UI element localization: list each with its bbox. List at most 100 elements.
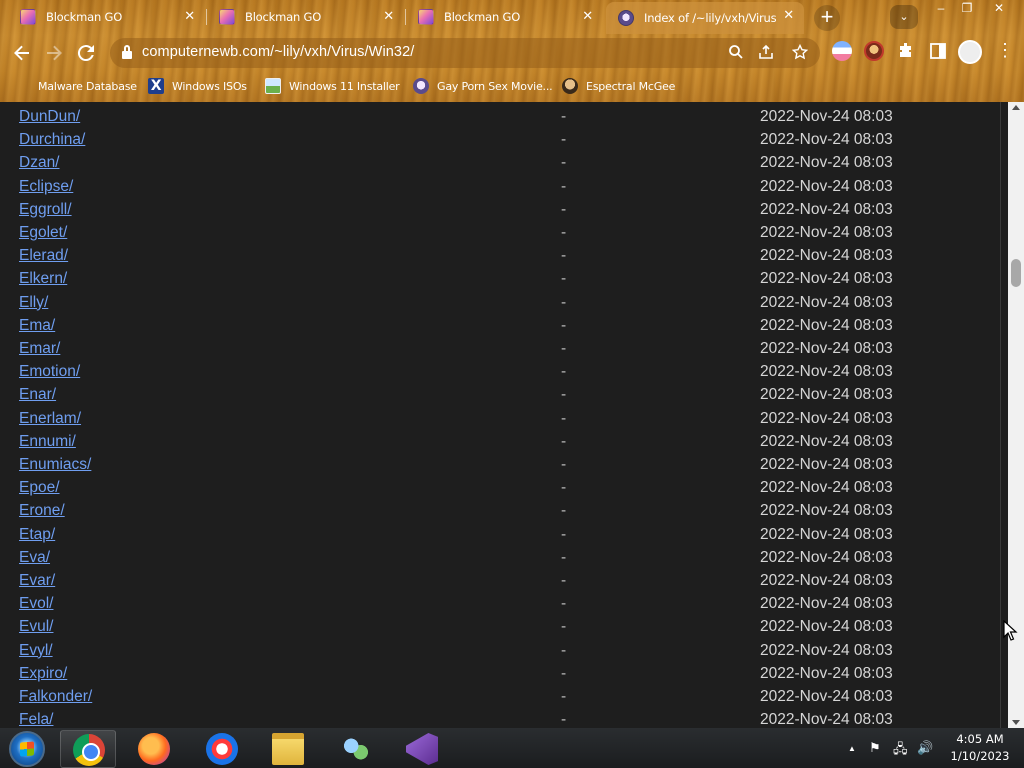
lock-icon[interactable]	[122, 45, 132, 59]
blockman-icon	[20, 9, 36, 25]
directory-link[interactable]: Enumiacs/	[19, 456, 91, 474]
close-window-button[interactable]: ✕	[986, 0, 1012, 18]
directory-link[interactable]: Ema/	[19, 317, 55, 335]
action-center-flag-icon[interactable]: ⚑	[869, 740, 881, 756]
bookmark-star-icon[interactable]	[791, 43, 809, 63]
directory-link[interactable]: Ennumi/	[19, 433, 76, 451]
directory-link[interactable]: Durchina/	[19, 131, 85, 149]
forward-button[interactable]	[42, 41, 66, 65]
size-cell: -	[561, 595, 567, 613]
tab-close-icon[interactable]: ✕	[184, 9, 195, 24]
last-modified-cell: 2022-Nov-24 08:03	[760, 108, 893, 125]
listing-row: Epoe/ - 2022-Nov-24 08:03	[0, 475, 1000, 498]
minimize-button[interactable]: –	[928, 0, 954, 18]
last-modified-cell: 2022-Nov-24 08:03	[760, 572, 893, 589]
directory-link[interactable]: Fela/	[19, 711, 53, 728]
browser-menu-icon[interactable]: ⋮	[996, 40, 1014, 61]
tab-index-of-win32[interactable]: Index of /~lily/vxh/Virus ✕	[606, 2, 804, 34]
scroll-up-arrow-icon[interactable]	[1012, 105, 1020, 110]
directory-link[interactable]: Enar/	[19, 386, 56, 404]
blockman-icon	[219, 9, 235, 25]
restore-button[interactable]: ❐	[954, 0, 980, 18]
size-cell: -	[561, 456, 567, 473]
network-people-icon	[340, 733, 372, 765]
directory-link[interactable]: Elerad/	[19, 247, 68, 265]
tab-blockman-go-1[interactable]: Blockman GO ✕	[0, 3, 205, 31]
bookmark-windows-11-installer[interactable]: Windows 11 Installer	[265, 76, 400, 96]
bookmark-espectral-mcgee[interactable]: Espectral McGee	[562, 76, 675, 96]
start-button[interactable]	[9, 731, 45, 767]
directory-link[interactable]: Evar/	[19, 572, 55, 590]
directory-link[interactable]: Evyl/	[19, 642, 53, 660]
bookmark-windows-isos[interactable]: X Windows ISOs	[148, 76, 247, 96]
tab-blockman-go-3[interactable]: Blockman GO ✕	[398, 3, 603, 31]
directory-link[interactable]: Emar/	[19, 340, 60, 358]
network-icon[interactable]: 🖧	[893, 740, 908, 762]
tab-close-icon[interactable]: ✕	[582, 9, 593, 24]
tab-close-icon[interactable]: ✕	[383, 9, 394, 24]
directory-link[interactable]: Evul/	[19, 618, 53, 636]
new-tab-button[interactable]: +	[814, 5, 840, 31]
last-modified-cell: 2022-Nov-24 08:03	[760, 386, 893, 404]
directory-link[interactable]: Egolet/	[19, 224, 67, 242]
directory-link[interactable]: Evol/	[19, 595, 53, 613]
directory-link[interactable]: Etap/	[19, 526, 55, 544]
directory-link[interactable]: Expiro/	[19, 665, 67, 683]
scrollbar-thumb[interactable]	[1011, 259, 1021, 287]
last-modified-cell: 2022-Nov-24 08:03	[760, 548, 893, 566]
url-text[interactable]: computernewb.com/~lily/vxh/Virus/Win32/	[142, 44, 414, 60]
tab-title: Index of /~lily/vxh/Virus	[644, 11, 776, 25]
directory-link[interactable]: DunDun/	[19, 108, 80, 126]
share-icon[interactable]	[758, 44, 774, 63]
directory-link[interactable]: Eclipse/	[19, 178, 73, 196]
taskbar-clock[interactable]: 4:05 AM 1/10/2023	[940, 731, 1020, 765]
bookmark-label: Windows 11 Installer	[289, 79, 400, 93]
reload-button[interactable]	[74, 41, 98, 65]
extensions-puzzle-icon[interactable]	[896, 41, 916, 61]
bookmark-malware-database[interactable]: Malware Database	[38, 76, 137, 96]
directory-link[interactable]: Erone/	[19, 502, 65, 520]
show-hidden-icons-icon[interactable]: ▲	[848, 744, 856, 753]
directory-link[interactable]: Eggroll/	[19, 201, 72, 219]
last-modified-cell: 2022-Nov-24 08:03	[760, 247, 893, 265]
browser-chrome: Blockman GO ✕ Blockman GO ✕ Blockman GO …	[0, 0, 1024, 102]
zoom-search-icon[interactable]	[728, 44, 744, 63]
taskbar-file-explorer[interactable]	[260, 730, 316, 768]
taskbar-visual-studio[interactable]	[394, 730, 450, 768]
size-cell: -	[561, 664, 567, 682]
size-cell: -	[561, 618, 567, 636]
extension-flag-icon[interactable]	[832, 41, 852, 61]
bookmark-label: Gay Porn Sex Movie...	[437, 79, 553, 93]
taskbar-opera[interactable]	[194, 730, 250, 768]
directory-link[interactable]: Epoe/	[19, 479, 60, 497]
taskbar-chrome[interactable]	[60, 730, 116, 768]
taskbar-network[interactable]	[328, 730, 384, 768]
browser-toolbar: computernewb.com/~lily/vxh/Virus/Win32/	[0, 35, 1024, 71]
size-cell: -	[561, 177, 567, 195]
profile-avatar-icon[interactable]	[958, 40, 982, 64]
extension-avatar-icon[interactable]	[864, 41, 884, 61]
directory-link[interactable]: Elkern/	[19, 270, 67, 288]
directory-link[interactable]: Emotion/	[19, 363, 80, 381]
size-cell: -	[561, 154, 567, 172]
size-cell: -	[561, 340, 567, 357]
tab-search-button[interactable]: ⌄	[890, 5, 918, 29]
volume-icon[interactable]: 🔊	[917, 740, 933, 756]
bookmark-label: Espectral McGee	[586, 79, 676, 93]
taskbar-firefox[interactable]	[126, 730, 182, 768]
address-bar[interactable]: computernewb.com/~lily/vxh/Virus/Win32/	[110, 38, 820, 68]
last-modified-cell: 2022-Nov-24 08:03	[760, 618, 893, 636]
bookmark-movie-site[interactable]: Gay Porn Sex Movie...	[413, 76, 553, 96]
tab-close-icon[interactable]: ✕	[783, 8, 794, 23]
directory-link[interactable]: Enerlam/	[19, 410, 81, 428]
scroll-down-arrow-icon[interactable]	[1012, 720, 1020, 725]
directory-link[interactable]: Eva/	[19, 549, 50, 567]
back-button[interactable]	[10, 41, 34, 65]
tab-blockman-go-2[interactable]: Blockman GO ✕	[199, 3, 404, 31]
directory-link[interactable]: Falkonder/	[19, 688, 92, 706]
directory-link[interactable]: Dzan/	[19, 154, 60, 172]
size-cell: -	[561, 224, 567, 241]
directory-link[interactable]: Elly/	[19, 294, 48, 312]
side-panel-icon[interactable]	[928, 41, 948, 61]
listing-row: Expiro/ - 2022-Nov-24 08:03	[0, 661, 1000, 684]
